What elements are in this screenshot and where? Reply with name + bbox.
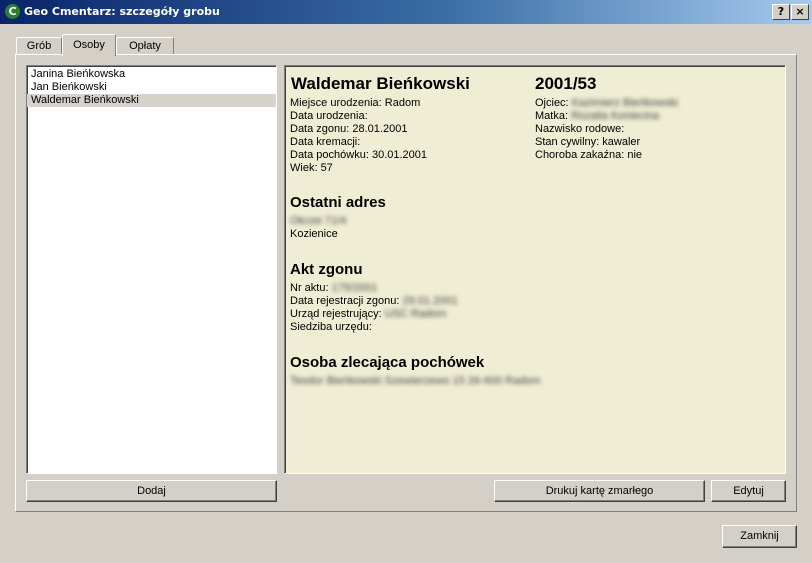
commissioner-block: Teodor Bieńkowski Szewierzewo 15 26-600 … — [290, 375, 541, 388]
grave-number: 2001/53 — [535, 74, 597, 93]
field-label: Data pochówku: — [290, 149, 369, 161]
death-act-block: Nr aktu: 175/2001 Data rejestracji zgonu… — [290, 282, 458, 334]
person-list[interactable]: Janina Bieńkowska Jan Bieńkowski Waldema… — [26, 65, 277, 474]
field-label: Wiek: — [290, 162, 318, 174]
tab-grob[interactable]: Grób — [16, 37, 62, 55]
field-cremation-date: Data kremacji: — [290, 136, 427, 149]
person-name: Waldemar Bieńkowski — [291, 74, 470, 93]
personal-info-right: Ojciec: Kazimierz Bieńkowski Matka: Roza… — [535, 97, 678, 162]
field-office-seat: Siedziba urzędu: — [290, 321, 458, 334]
commissioner-street-redacted: Szewierzewo 15 — [384, 375, 465, 387]
address-street-redacted: Okrzei 71/4 — [290, 215, 347, 227]
field-label: Siedziba urzędu: — [290, 321, 372, 333]
field-value-redacted: Rozalia Koniecina — [571, 110, 660, 122]
field-registry-office: Urząd rejestrujący: USC Radom — [290, 308, 458, 321]
tab-osoby[interactable]: Osoby — [62, 34, 116, 56]
commissioner-name-redacted: Teodor Bieńkowski — [290, 375, 382, 387]
field-value-redacted: 29.01.2001 — [402, 295, 458, 307]
field-birth-place: Miejsce urodzenia: Radom — [290, 97, 427, 110]
field-infectious-disease: Choroba zakaźna: nie — [535, 149, 678, 162]
field-registration-date: Data rejestracji zgonu: 29.01.2001 — [290, 295, 458, 308]
field-value: Radom — [384, 97, 421, 109]
field-mother: Matka: Rozalia Koniecina — [535, 110, 678, 123]
title-bar[interactable]: C Geo Cmentarz: szczegóły grobu ? × — [0, 0, 812, 24]
list-item[interactable]: Jan Bieńkowski — [27, 81, 276, 94]
field-value: nie — [627, 149, 643, 161]
field-value: 28.01.2001 — [352, 123, 408, 135]
address-city: Kozienice — [290, 228, 338, 240]
field-value-redacted: USC Radom — [384, 308, 447, 320]
close-window-button[interactable]: × — [791, 4, 809, 20]
field-value: 30.01.2001 — [371, 149, 428, 161]
field-maiden-name: Nazwisko rodowe: — [535, 123, 678, 136]
field-label: Ojciec: — [535, 97, 569, 109]
section-heading-commissioner: Osoba zlecająca pochówek — [290, 354, 485, 371]
field-act-number: Nr aktu: 175/2001 — [290, 282, 458, 295]
list-item[interactable]: Janina Bieńkowska — [27, 68, 276, 81]
field-label: Nr aktu: — [290, 282, 329, 294]
close-button[interactable]: Zamknij — [722, 525, 797, 548]
personal-info-left: Miejsce urodzenia: Radom Data urodzenia:… — [290, 97, 427, 175]
add-person-button[interactable]: Dodaj — [26, 480, 277, 502]
address-block: Okrzei 71/4 Kozienice — [290, 215, 346, 241]
field-label: Urząd rejestrujący: — [290, 308, 382, 320]
field-label: Data kremacji: — [290, 136, 361, 148]
edit-button[interactable]: Edytuj — [711, 480, 786, 502]
field-burial-date: Data pochówku: 30.01.2001 — [290, 149, 427, 162]
field-value-redacted: Kazimierz Bieńkowski — [571, 97, 679, 109]
dialog-window: C Geo Cmentarz: szczegóły grobu ? × Grób… — [0, 0, 812, 563]
commissioner-city-redacted: 26-600 Radom — [467, 375, 541, 387]
field-label: Miejsce urodzenia: — [290, 97, 382, 109]
field-value-redacted: 175/2001 — [331, 282, 378, 294]
field-label: Data urodzenia: — [290, 110, 368, 122]
field-birth-date: Data urodzenia: — [290, 110, 427, 123]
person-details-panel: Waldemar Bieńkowski 2001/53 Miejsce urod… — [284, 65, 786, 474]
field-label: Choroba zakaźna: — [535, 149, 625, 161]
print-card-button[interactable]: Drukuj kartę zmarłego — [494, 480, 705, 502]
field-age: Wiek: 57 — [290, 162, 427, 175]
field-death-date: Data zgonu: 28.01.2001 — [290, 123, 427, 136]
field-label: Data zgonu: — [290, 123, 350, 135]
field-label: Nazwisko rodowe: — [535, 123, 625, 135]
field-father: Ojciec: Kazimierz Bieńkowski — [535, 97, 678, 110]
tab-oplaty[interactable]: Opłaty — [116, 37, 174, 55]
field-label: Stan cywilny: — [535, 136, 600, 148]
section-heading-death-act: Akt zgonu — [290, 261, 363, 278]
field-marital-status: Stan cywilny: kawaler — [535, 136, 678, 149]
geo-cmentarz-app-icon: C — [5, 4, 20, 19]
help-button[interactable]: ? — [772, 4, 790, 20]
field-value: 57 — [320, 162, 333, 174]
field-value: kawaler — [602, 136, 641, 148]
field-label: Matka: — [535, 110, 569, 122]
section-heading-address: Ostatni adres — [290, 194, 386, 211]
list-item-selected[interactable]: Waldemar Bieńkowski — [27, 94, 276, 107]
field-label: Data rejestracji zgonu: — [290, 295, 400, 307]
window-title: Geo Cmentarz: szczegóły grobu — [24, 5, 220, 18]
